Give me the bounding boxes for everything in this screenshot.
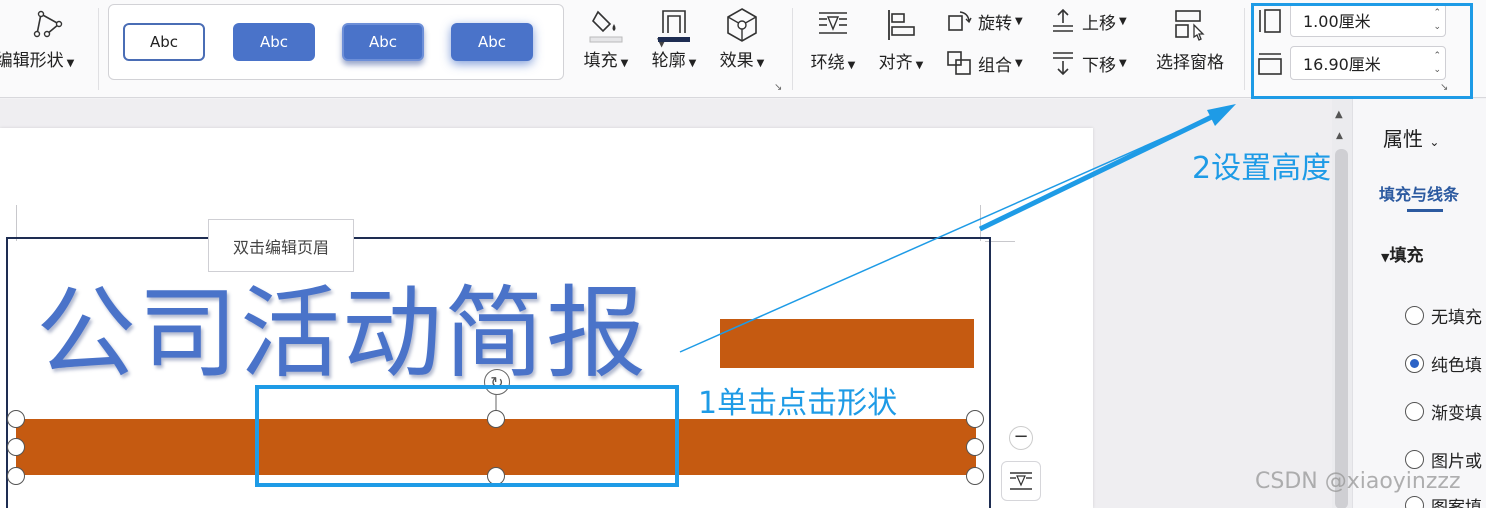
scroll-up-icon[interactable]: ▲	[1336, 131, 1343, 141]
radio-circle-selected[interactable]	[1405, 354, 1424, 373]
scrollbar-thumb[interactable]	[1335, 149, 1348, 508]
radio-label: 无填充	[1431, 308, 1482, 328]
property-panel: 属性 ⌄ 填充与线条 ▼填充 无填充 纯色填 渐变填 图片或 图案填	[1352, 99, 1486, 508]
radio-gradient-fill[interactable]: 渐变填	[1405, 399, 1482, 424]
active-tab-indicator	[1407, 209, 1443, 212]
radio-circle[interactable]	[1405, 402, 1424, 421]
radio-solid-fill[interactable]: 纯色填	[1405, 351, 1482, 376]
fill-section-label: 填充	[1389, 246, 1424, 266]
panel-title-text: 属性	[1383, 127, 1423, 151]
radio-label: 纯色填	[1431, 356, 1482, 376]
radio-pattern-fill[interactable]: 图案填	[1405, 493, 1482, 508]
scroll-top-icon[interactable]: ▲	[1335, 109, 1343, 120]
panel-title[interactable]: 属性 ⌄	[1383, 123, 1439, 152]
radio-label: 渐变填	[1431, 404, 1482, 424]
radio-circle[interactable]	[1405, 306, 1424, 325]
radio-label: 图案填	[1431, 498, 1482, 508]
radio-circle[interactable]	[1405, 450, 1424, 469]
fill-section-header[interactable]: ▼填充	[1381, 241, 1423, 266]
tab-fill-and-line[interactable]: 填充与线条	[1379, 181, 1459, 205]
chevron-down-icon: ⌄	[1429, 135, 1440, 149]
radio-circle[interactable]	[1405, 496, 1424, 508]
vertical-scrollbar[interactable]: ▲ ▲	[1332, 99, 1352, 508]
radio-no-fill[interactable]: 无填充	[1405, 303, 1482, 328]
annotation-arrow	[679, 104, 1236, 353]
watermark: CSDN @xiaoyinzzz	[1255, 469, 1461, 494]
